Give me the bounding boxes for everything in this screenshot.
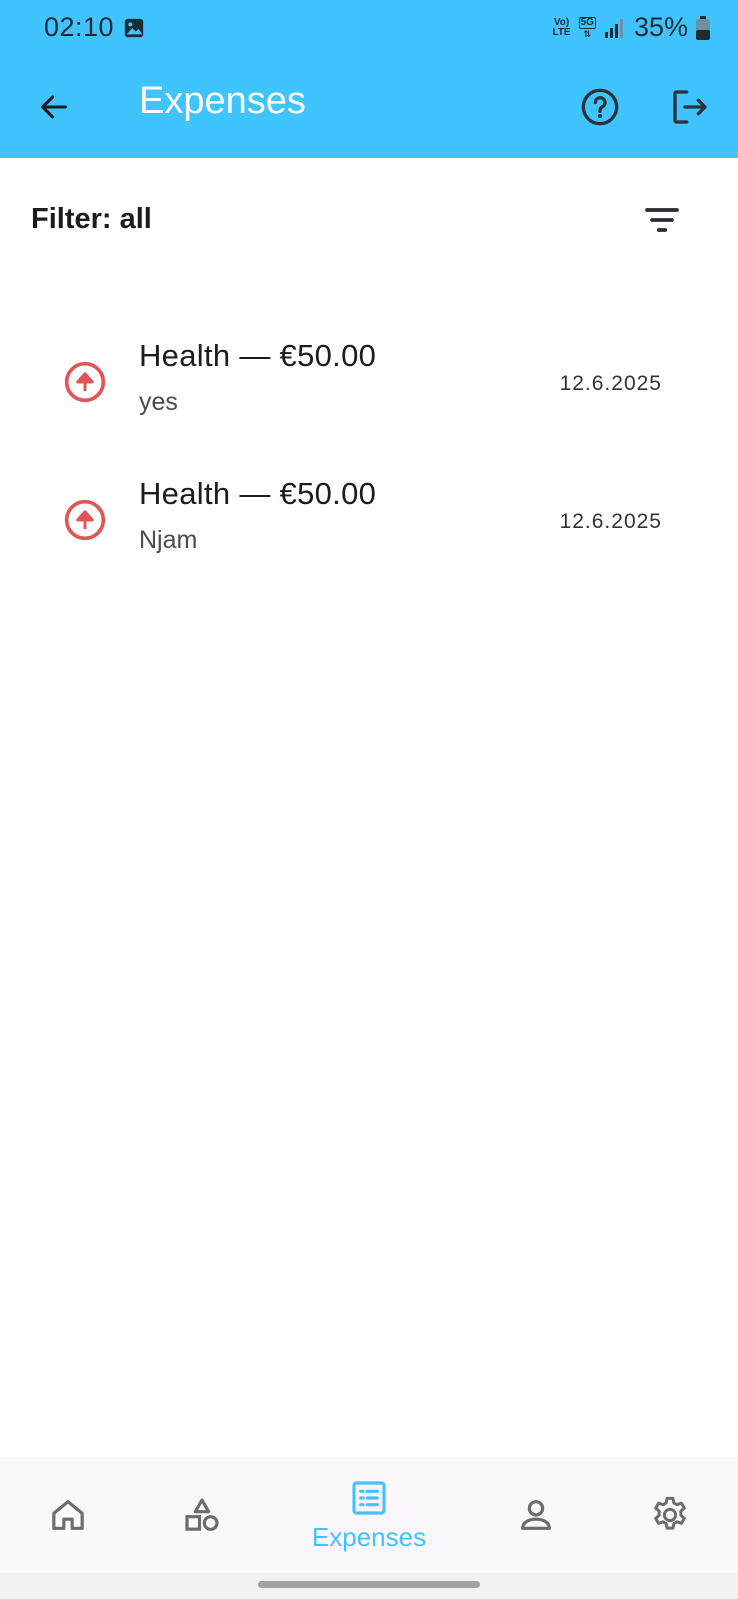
help-button[interactable] <box>576 83 624 131</box>
arrow-up-circle-icon <box>64 499 106 541</box>
volte-top: Vo) <box>553 16 570 28</box>
logout-icon <box>673 90 707 124</box>
expense-title: Health — €50.00 <box>139 476 377 511</box>
shapes-icon <box>185 1498 219 1531</box>
page-title: Expenses <box>139 80 306 122</box>
bottom-navigation: Expenses <box>0 1457 738 1573</box>
expense-date: 12.6.2025 <box>559 372 662 395</box>
expense-note: Njam <box>139 526 198 554</box>
nav-expenses[interactable]: Expenses <box>289 1457 449 1573</box>
filter-label: Filter: all <box>31 203 152 235</box>
signal-icon <box>604 18 623 38</box>
data-arrows-icon: ⇅ <box>583 28 592 39</box>
expense-date: 12.6.2025 <box>559 510 662 533</box>
gesture-handle[interactable] <box>258 1581 480 1588</box>
filter-button[interactable] <box>636 196 688 244</box>
app-bar: Expenses <box>0 56 738 158</box>
status-time: 02:10 <box>44 12 115 42</box>
person-icon <box>521 1500 551 1530</box>
nav-expenses-label: Expenses <box>311 1521 427 1552</box>
battery-percent: 35% <box>633 12 688 42</box>
volte-bottom: LTE <box>552 26 571 38</box>
nav-settings[interactable] <box>638 1457 702 1573</box>
status-indicators: Vo) LTE 5G ⇅ 35% <box>552 12 710 43</box>
status-bar: 02:10 Vo) LTE 5G ⇅ 35% <box>0 0 738 56</box>
gesture-area <box>0 1573 738 1599</box>
volte-indicator: Vo) LTE <box>552 16 571 38</box>
nav-profile[interactable] <box>504 1457 568 1573</box>
nav-home[interactable] <box>36 1457 100 1573</box>
expense-title: Health — €50.00 <box>139 338 377 373</box>
back-arrow-icon <box>41 95 67 119</box>
expense-item[interactable]: Health — €50.00 Njam 12.6.2025 <box>0 454 738 584</box>
filter-list-icon <box>645 208 679 232</box>
gear-icon <box>654 1496 686 1530</box>
arrow-up-circle-icon <box>64 361 106 403</box>
help-icon <box>581 88 619 126</box>
gallery-icon <box>124 18 144 38</box>
battery-icon <box>696 15 710 40</box>
home-icon <box>52 1500 84 1530</box>
5g-label: 5G <box>578 16 596 29</box>
expense-item[interactable]: Health — €50.00 yes 12.6.2025 <box>0 316 738 446</box>
logout-button[interactable] <box>666 83 714 131</box>
nav-categories[interactable] <box>170 1457 234 1573</box>
5g-indicator: 5G ⇅ <box>578 16 596 39</box>
expense-note: yes <box>139 388 178 416</box>
back-button[interactable] <box>30 83 78 131</box>
list-icon <box>352 1480 386 1515</box>
